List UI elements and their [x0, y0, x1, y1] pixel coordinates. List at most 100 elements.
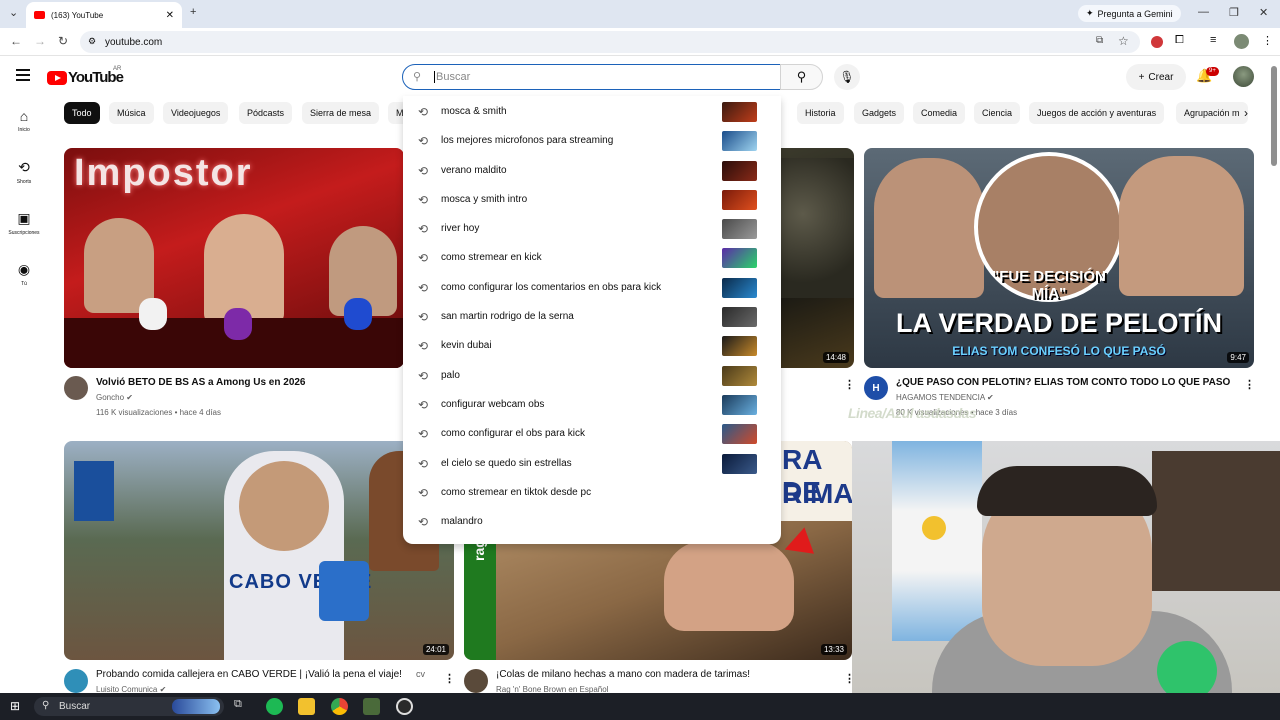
suggestion-item[interactable]: ⟲ verano maldito	[403, 156, 781, 185]
chrome-icon[interactable]	[331, 698, 348, 715]
task-view-icon[interactable]: ⧉	[234, 698, 242, 711]
adblock-extension-icon[interactable]	[1151, 36, 1163, 48]
video-menu-icon[interactable]: ⋮	[444, 672, 455, 685]
video-thumbnail[interactable]: 14:48	[781, 148, 854, 368]
video-title[interactable]: ¡Colas de milano hechas a mano con mader…	[496, 669, 750, 680]
shorts-icon: ⟲	[18, 159, 30, 175]
chip-gadgets[interactable]: Gadgets	[854, 102, 905, 124]
sidebar-item-shorts[interactable]: ⟲ Shorts	[0, 159, 48, 185]
video-thumbnail[interactable]: "FUE DECISIÓN MÍA" LA VERDAD DE PELOTÍN …	[864, 148, 1254, 368]
reload-icon[interactable]: ↻	[58, 34, 68, 48]
suggestion-item[interactable]: ⟲ como configurar los comentarios en obs…	[403, 273, 781, 302]
taskbar-search[interactable]: ⚲ Buscar	[34, 697, 224, 716]
obs-icon[interactable]	[396, 698, 413, 715]
back-icon[interactable]: ←	[10, 34, 22, 48]
suggestion-item[interactable]: ⟲ malandro	[403, 507, 781, 536]
video-thumbnail[interactable]: Impostor	[64, 148, 404, 368]
gemini-button[interactable]: ✦ Pregunta a Gemini	[1078, 5, 1181, 22]
browser-tab-youtube[interactable]: (163) YouTube ✕	[26, 2, 182, 28]
youtube-play-icon	[47, 70, 67, 85]
voice-search-button[interactable]: 🎙	[834, 64, 860, 90]
suggestion-text: como configurar los comentarios en obs p…	[441, 282, 662, 293]
history-icon: ⟲	[418, 426, 429, 441]
chip-podcasts[interactable]: Pódcasts	[239, 102, 293, 124]
you-icon: ◉	[17, 261, 31, 277]
chip-juegos-accion[interactable]: Juegos de acción y aventuras	[1029, 102, 1165, 124]
channel-avatar[interactable]	[64, 376, 88, 400]
page-scrollbar[interactable]	[1271, 66, 1277, 166]
sidebar-item-inicio[interactable]: ⌂ Inicio	[0, 108, 48, 133]
suggestion-item[interactable]: ⟲ como stremear en kick	[403, 243, 781, 272]
channel-name[interactable]: HAGAMOS TENDENCIA ✔	[896, 393, 994, 402]
restore-icon[interactable]: ❐	[1229, 6, 1239, 19]
suggestion-item[interactable]: ⟲ los mejores microfonos para streaming	[403, 126, 781, 155]
install-app-icon[interactable]: ⧉	[1096, 35, 1103, 46]
suggestion-item[interactable]: ⟲ river hoy	[403, 214, 781, 243]
reading-list-icon[interactable]: ≡	[1210, 34, 1216, 46]
account-avatar[interactable]	[1233, 66, 1254, 87]
app-icon[interactable]	[363, 698, 380, 715]
video-duration: 14:48	[822, 352, 849, 363]
url-text: youtube.com	[105, 36, 163, 48]
chip-videojuegos[interactable]: Videojuegos	[163, 102, 229, 124]
windows-start-icon[interactable]: ⊞	[10, 699, 20, 713]
chip-ciencia[interactable]: Ciencia	[974, 102, 1021, 124]
sidebar-item-suscripciones[interactable]: ▣ Suscripciones	[0, 210, 48, 236]
spotify-icon[interactable]	[266, 698, 283, 715]
chip-sierra-de-mesa[interactable]: Sierra de mesa	[302, 102, 380, 124]
chip-musica[interactable]: Música	[109, 102, 154, 124]
sidebar-item-tu[interactable]: ◉ Tú	[0, 261, 48, 287]
profile-avatar-icon[interactable]	[1234, 34, 1249, 49]
chip-todo[interactable]: Todo	[64, 102, 100, 124]
suggestion-item[interactable]: ⟲ kevin dubai	[403, 331, 781, 360]
suggestion-item[interactable]: ⟲ san martin rodrigo de la serna	[403, 302, 781, 331]
close-tab-icon[interactable]: ✕	[166, 10, 174, 21]
channel-name[interactable]: Goncho ✔	[96, 393, 133, 402]
address-bar[interactable]: ⚙ youtube.com ⧉ ☆	[80, 31, 1140, 53]
video-menu-icon[interactable]: ⋮	[1244, 378, 1255, 391]
search-placeholder: Buscar	[434, 71, 471, 83]
suggestion-item[interactable]: ⟲ mosca & smith	[403, 97, 781, 126]
new-tab-icon[interactable]: +	[190, 6, 196, 18]
video-menu-icon[interactable]: ⋮	[844, 378, 855, 391]
chip-historia[interactable]: Historia	[797, 102, 844, 124]
suggestion-item[interactable]: ⟲ como configurar el obs para kick	[403, 419, 781, 448]
history-icon: ⟲	[418, 163, 429, 178]
suggestion-text: como stremear en tiktok desde pc	[441, 487, 592, 498]
video-title[interactable]: Volvió BETO DE BS AS a Among Us en 2026	[96, 377, 306, 388]
suggestion-text: river hoy	[441, 223, 480, 234]
video-title[interactable]: Probando comida callejera en CABO VERDE …	[96, 669, 402, 680]
tab-list-chevron-icon[interactable]: ⌄	[9, 6, 18, 19]
hamburger-menu-icon[interactable]	[16, 69, 30, 81]
video-title[interactable]: ¿QUÉ PASÓ CON PELOTÍN? ELIAS TOM CONTÓ T…	[896, 377, 1231, 388]
chip-comedia[interactable]: Comedia	[913, 102, 966, 124]
suggestion-item[interactable]: ⟲ palo	[403, 361, 781, 390]
suggestion-text: kevin dubai	[441, 340, 492, 351]
plus-icon: +	[1138, 71, 1145, 83]
history-icon: ⟲	[418, 192, 429, 207]
close-window-icon[interactable]: ✕	[1259, 6, 1268, 19]
chip-agrupacion[interactable]: Agrupación m	[1176, 102, 1248, 124]
channel-avatar[interactable]: H	[864, 376, 888, 400]
channel-avatar[interactable]	[464, 669, 488, 693]
channel-avatar[interactable]	[64, 669, 88, 693]
browser-menu-icon[interactable]: ⋮	[1262, 34, 1273, 47]
extensions-icon[interactable]: ⧠	[1175, 34, 1184, 47]
minimize-icon[interactable]: —	[1198, 6, 1209, 18]
suggestion-item[interactable]: ⟲ como stremear en tiktok desde pc	[403, 478, 781, 507]
suggestion-item[interactable]: ⟲ mosca y smith intro	[403, 185, 781, 214]
chips-next-arrow-icon[interactable]: ›	[1244, 106, 1248, 120]
suggestion-item[interactable]: ⟲ el cielo se quedo sin estrellas	[403, 449, 781, 478]
bookmark-star-icon[interactable]: ☆	[1118, 34, 1129, 48]
site-info-icon[interactable]: ⚙	[88, 36, 96, 47]
video-thumbnail[interactable]: CABO VERDE 24:01	[64, 441, 454, 660]
suggestion-text: configurar webcam obs	[441, 399, 545, 410]
suggestion-item[interactable]: ⟲ configurar webcam obs	[403, 390, 781, 419]
file-explorer-icon[interactable]	[298, 698, 315, 715]
suggestion-thumbnail	[722, 453, 757, 474]
search-button[interactable]: ⚲	[780, 64, 823, 90]
forward-icon[interactable]: →	[34, 34, 46, 48]
search-input[interactable]: ⚲ Buscar	[402, 64, 781, 90]
youtube-logo[interactable]: YouTube AR	[47, 66, 124, 86]
create-button[interactable]: + Crear	[1126, 64, 1186, 90]
